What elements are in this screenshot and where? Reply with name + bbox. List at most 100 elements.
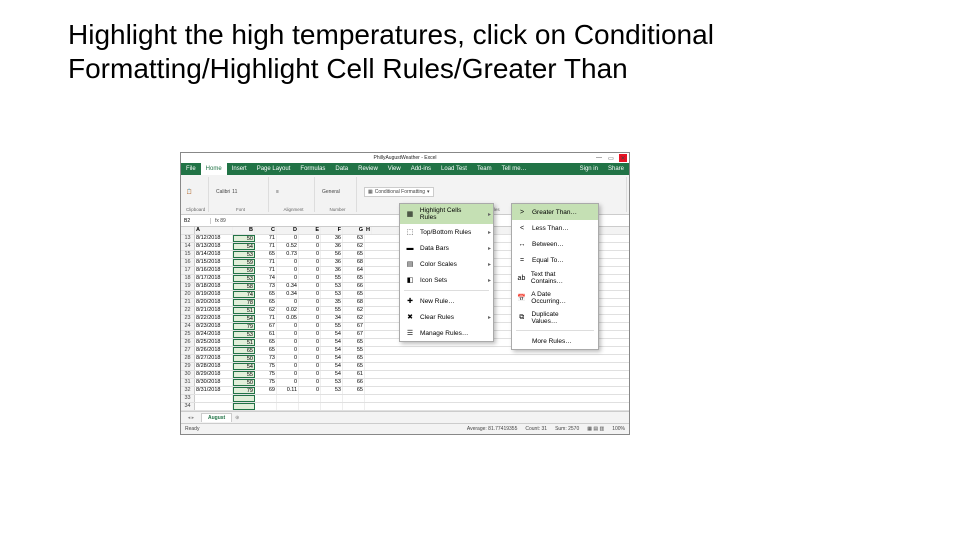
cell[interactable]: 0 — [299, 235, 321, 242]
cell[interactable]: 61 — [255, 331, 277, 338]
menu-item-top-bottom-rules[interactable]: ⬚Top/Bottom Rules▸ — [400, 224, 493, 240]
cell[interactable]: 0.52 — [277, 243, 299, 250]
cell[interactable]: 8/21/2018 — [195, 307, 233, 314]
cell[interactable]: 0 — [299, 259, 321, 266]
cell[interactable]: 67 — [255, 323, 277, 330]
cell[interactable]: 36 — [321, 235, 343, 242]
menu-item-a-date-occurring-[interactable]: 📅A Date Occurring… — [512, 288, 598, 308]
cell[interactable] — [255, 403, 277, 410]
cell[interactable]: 62 — [343, 307, 365, 314]
cell[interactable]: 71 — [255, 267, 277, 274]
menu-item-duplicate-values-[interactable]: ⧉Duplicate Values… — [512, 308, 598, 328]
share-button[interactable]: Share — [603, 163, 629, 175]
menu-item-manage-rules-[interactable]: ☰Manage Rules… — [400, 325, 493, 341]
align-icon[interactable]: ≡ — [276, 189, 279, 195]
cell[interactable]: 8/15/2018 — [195, 259, 233, 266]
menu-item-text-that-contains-[interactable]: abText that Contains… — [512, 268, 598, 288]
cell[interactable]: 0.73 — [277, 251, 299, 258]
cell[interactable]: 0.11 — [277, 387, 299, 394]
row-header[interactable]: 24 — [181, 323, 195, 330]
cell[interactable] — [277, 403, 299, 410]
signin-link[interactable]: Sign in — [575, 163, 603, 175]
cell[interactable]: 0 — [299, 243, 321, 250]
row-header[interactable]: 20 — [181, 291, 195, 298]
cell[interactable]: 8/25/2018 — [195, 339, 233, 346]
cell[interactable]: 8/31/2018 — [195, 387, 233, 394]
row-header[interactable]: 16 — [181, 259, 195, 266]
cell[interactable]: 54 — [233, 363, 255, 370]
cell[interactable]: 0 — [299, 347, 321, 354]
zoom-level[interactable]: 100% — [612, 426, 625, 432]
cell[interactable]: 66 — [343, 283, 365, 290]
cell[interactable]: 8/23/2018 — [195, 323, 233, 330]
cell[interactable]: 0 — [299, 387, 321, 394]
ribbon-tab-file[interactable]: File — [181, 163, 201, 175]
cell[interactable]: 65 — [255, 291, 277, 298]
cell[interactable]: 74 — [255, 275, 277, 282]
cell[interactable]: 65 — [343, 291, 365, 298]
row-header[interactable]: 21 — [181, 299, 195, 306]
cell[interactable]: 0 — [277, 299, 299, 306]
cell[interactable]: 65 — [343, 251, 365, 258]
cell[interactable]: 0 — [277, 371, 299, 378]
cell[interactable]: 79 — [233, 323, 255, 330]
cell[interactable]: 54 — [321, 355, 343, 362]
cell[interactable] — [321, 403, 343, 410]
cell[interactable]: 54 — [321, 331, 343, 338]
ribbon-tab-load-test[interactable]: Load Test — [436, 163, 472, 175]
cell[interactable]: 8/14/2018 — [195, 251, 233, 258]
col-header[interactable]: C — [255, 227, 277, 234]
cell[interactable]: 65 — [343, 339, 365, 346]
cell[interactable]: 36 — [321, 267, 343, 274]
row-header[interactable]: 28 — [181, 355, 195, 362]
cell[interactable]: 59 — [233, 259, 255, 266]
cell[interactable]: 74 — [233, 291, 255, 298]
cell[interactable]: 8/13/2018 — [195, 243, 233, 250]
cell[interactable]: 55 — [321, 275, 343, 282]
col-header[interactable]: D — [277, 227, 299, 234]
cell[interactable] — [321, 395, 343, 402]
cell[interactable]: 0 — [277, 363, 299, 370]
menu-item-less-than-[interactable]: <Less Than… — [512, 220, 598, 236]
cell[interactable]: 71 — [255, 259, 277, 266]
row-header[interactable]: 23 — [181, 315, 195, 322]
cell[interactable]: 63 — [343, 235, 365, 242]
cell[interactable]: 8/28/2018 — [195, 363, 233, 370]
cell[interactable]: 0 — [299, 299, 321, 306]
cell[interactable]: 53 — [321, 291, 343, 298]
col-header[interactable]: G — [343, 227, 365, 234]
cell[interactable]: 53 — [321, 379, 343, 386]
minimize-icon[interactable]: — — [595, 154, 603, 162]
cell[interactable]: 0 — [277, 339, 299, 346]
cell[interactable]: 79 — [233, 387, 255, 394]
cell[interactable]: 54 — [321, 371, 343, 378]
cell[interactable] — [277, 395, 299, 402]
cell[interactable]: 8/18/2018 — [195, 283, 233, 290]
cell[interactable]: 65 — [343, 355, 365, 362]
cell[interactable]: 66 — [343, 379, 365, 386]
cell[interactable]: 61 — [343, 371, 365, 378]
cell[interactable]: 8/12/2018 — [195, 235, 233, 242]
cell[interactable]: 0.34 — [277, 283, 299, 290]
cell[interactable]: 65 — [255, 339, 277, 346]
row-header[interactable]: 32 — [181, 387, 195, 394]
cell[interactable]: 53 — [321, 387, 343, 394]
cell[interactable]: 8/22/2018 — [195, 315, 233, 322]
cell[interactable]: 55 — [321, 307, 343, 314]
cell[interactable]: 65 — [255, 347, 277, 354]
view-icons[interactable]: ▦ ▤ ▥ — [587, 426, 604, 432]
menu-item-color-scales[interactable]: ▤Color Scales▸ — [400, 256, 493, 272]
row-header[interactable]: 13 — [181, 235, 195, 242]
close-icon[interactable]: ✕ — [619, 154, 627, 162]
row-header[interactable]: 30 — [181, 371, 195, 378]
cell[interactable]: 65 — [255, 299, 277, 306]
cell[interactable]: 58 — [233, 283, 255, 290]
ribbon-tab-page-layout[interactable]: Page Layout — [252, 163, 296, 175]
cell[interactable]: 0 — [299, 315, 321, 322]
ribbon-tab-review[interactable]: Review — [353, 163, 383, 175]
cell[interactable]: 0.34 — [277, 291, 299, 298]
cell[interactable]: 68 — [343, 259, 365, 266]
cell[interactable]: 62 — [343, 315, 365, 322]
row-header[interactable]: 34 — [181, 403, 195, 410]
font-name[interactable]: Calibri — [216, 189, 230, 195]
